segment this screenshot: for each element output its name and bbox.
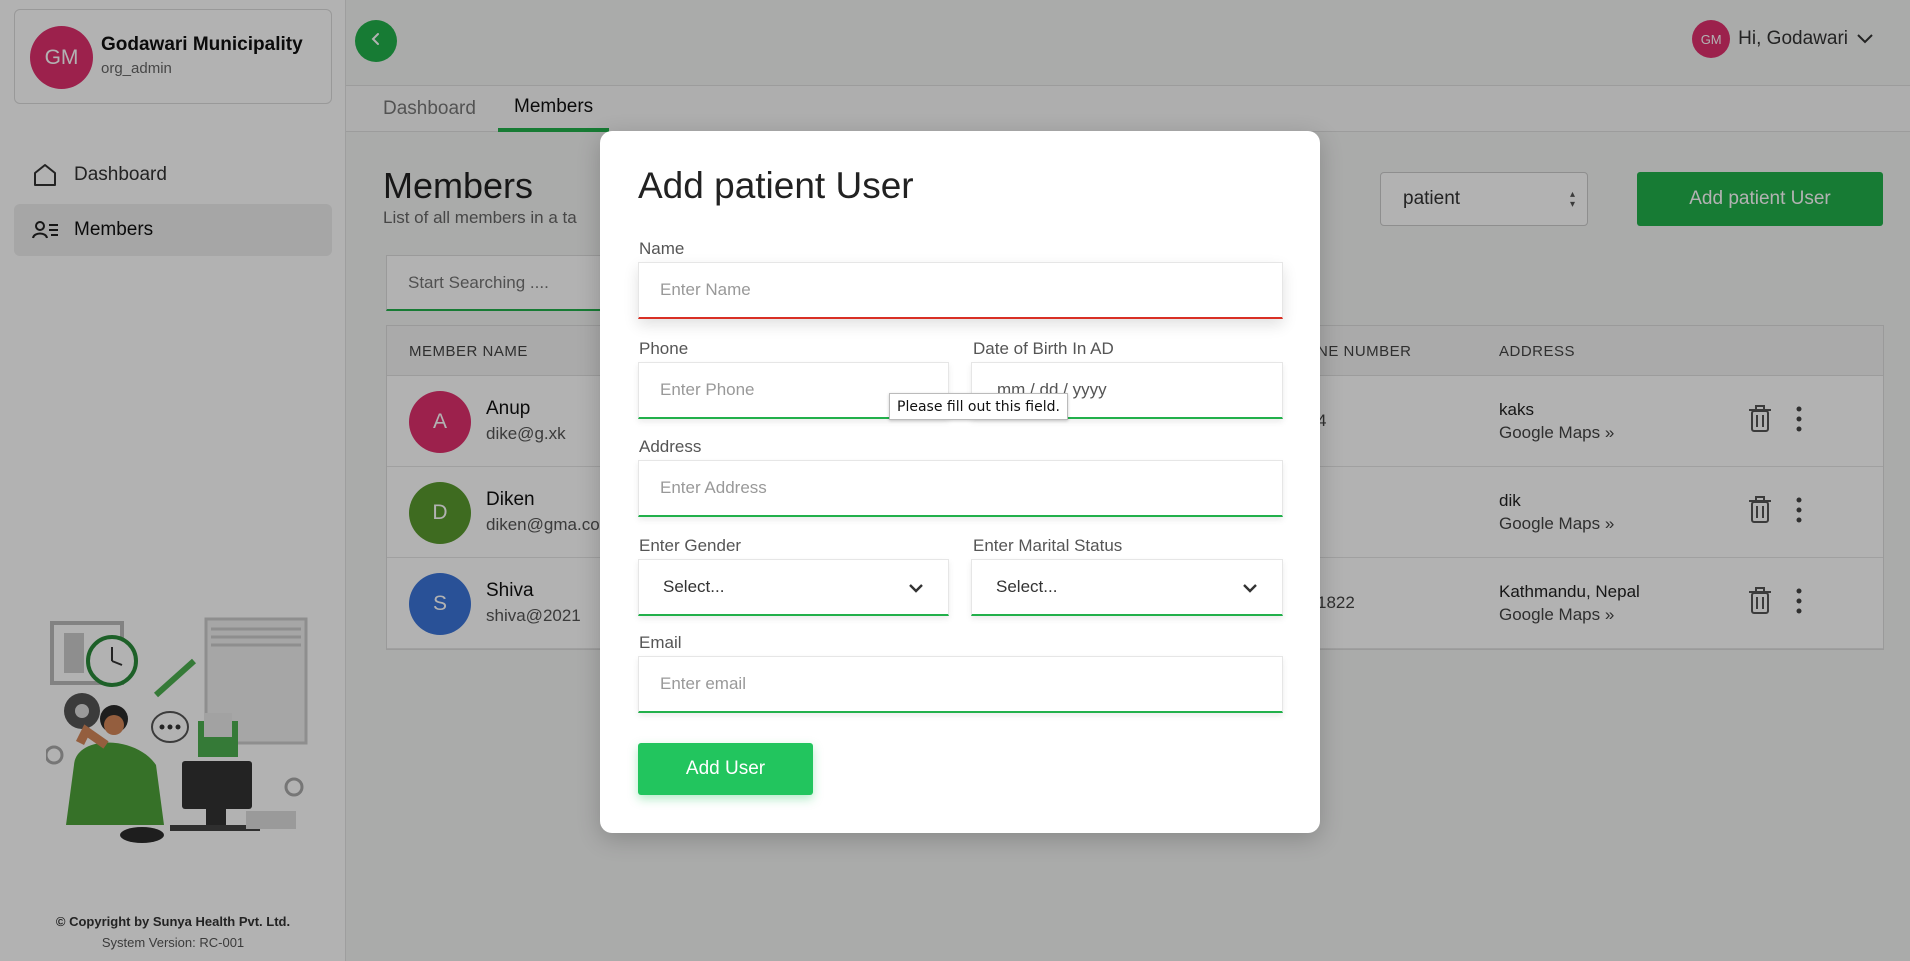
- gender-label: Enter Gender: [639, 536, 742, 555]
- add-user-modal: Add patient User Name Phone Date of Birt…: [600, 131, 1320, 833]
- add-user-submit-button[interactable]: Add User: [638, 743, 813, 795]
- dob-label: Date of Birth In AD: [973, 339, 1114, 358]
- chevron-down-icon: [1243, 584, 1257, 593]
- email-label: Email: [639, 633, 682, 652]
- gender-select[interactable]: Select...: [638, 559, 949, 616]
- marital-status-select[interactable]: Select...: [971, 559, 1283, 616]
- name-field[interactable]: [638, 262, 1283, 319]
- address-label: Address: [639, 437, 702, 456]
- chevron-down-icon: [909, 584, 923, 593]
- name-label: Name: [639, 239, 685, 258]
- marital-status-label: Enter Marital Status: [973, 536, 1123, 555]
- address-field[interactable]: [638, 460, 1283, 517]
- gender-select-value: Select...: [663, 577, 725, 596]
- phone-label: Phone: [639, 339, 689, 358]
- validation-tooltip: Please fill out this field.: [889, 393, 1068, 420]
- modal-title: Add patient User: [638, 165, 914, 206]
- marital-select-value: Select...: [996, 577, 1058, 596]
- email-field[interactable]: [638, 656, 1283, 713]
